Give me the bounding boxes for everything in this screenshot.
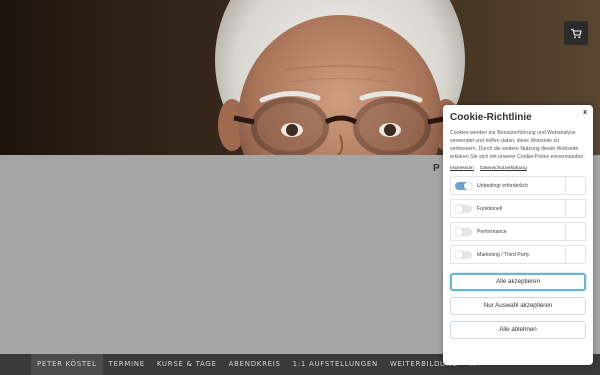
toggle-marketing[interactable]	[455, 250, 472, 259]
cookie-dialog: x Cookie-Richtlinie Cookies werden zur B…	[443, 105, 593, 365]
nav-item-abendkreis[interactable]: ABENDKREIS	[223, 354, 287, 375]
toggle-functional[interactable]	[455, 204, 472, 213]
close-button[interactable]: x	[583, 109, 587, 116]
cookie-option-performance: Performance	[450, 222, 586, 241]
nav-item-peter-koestel[interactable]: PETER KÖSTEL	[31, 354, 103, 375]
nav-item-kurse-tage[interactable]: KURSE & TAGE	[151, 354, 223, 375]
nav-item-aufstellungen[interactable]: 1:1 AUFSTELLUNGEN	[287, 354, 384, 375]
cart-button[interactable]	[564, 21, 588, 45]
privacy-policy-link[interactable]: Datenschutzerklärung	[480, 166, 527, 171]
accept-all-button[interactable]: Alle akzeptieren	[450, 273, 586, 291]
toggle-label: Unbedingt erforderlich	[477, 182, 529, 189]
nav-item-termine[interactable]: TERMINE	[103, 354, 151, 375]
cookie-links: Impressum Datenschutzerklärung	[450, 166, 586, 171]
toggle-performance[interactable]	[455, 227, 472, 236]
cookie-option-necessary: Unbedingt erforderlich	[450, 176, 586, 195]
cookie-description: Cookies werden zur Benutzerführung und W…	[450, 130, 585, 160]
cookie-title: Cookie-Richtlinie	[450, 112, 532, 123]
shopping-cart-icon	[571, 28, 582, 38]
toggle-label: Funktionell	[477, 205, 503, 212]
cookie-option-marketing: Marketing / Third Party	[450, 245, 586, 264]
impressum-link[interactable]: Impressum	[450, 166, 474, 171]
accept-selection-button[interactable]: Nur Auswahl akzeptieren	[450, 297, 586, 315]
toggle-necessary[interactable]	[455, 181, 472, 190]
cookie-option-functional: Funktionell	[450, 199, 586, 218]
reject-all-button[interactable]: Alle ablehnen	[450, 321, 586, 339]
toggle-label: Performance	[477, 228, 507, 235]
page-heading-fragment: P	[433, 163, 440, 174]
toggle-label: Marketing / Third Party	[477, 251, 530, 258]
